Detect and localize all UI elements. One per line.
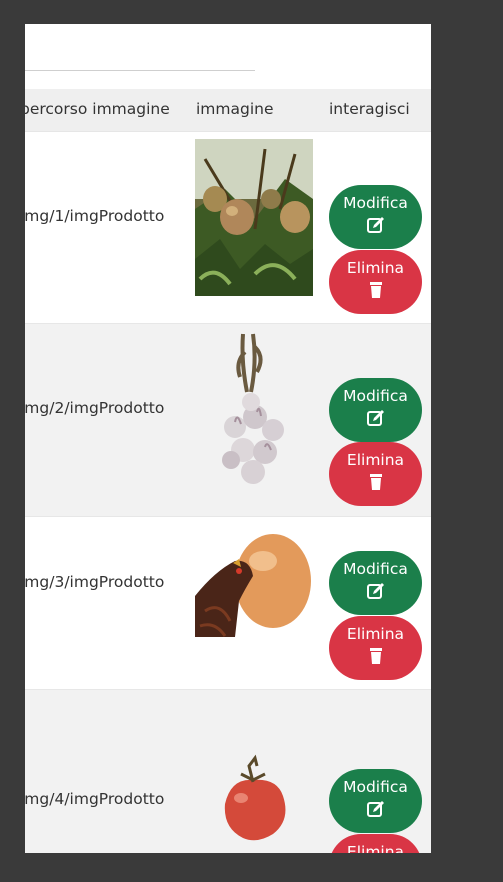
delete-button[interactable]: Elimina [329, 250, 422, 314]
trash-icon [369, 282, 382, 298]
edit-button[interactable]: Modifica [329, 185, 422, 249]
products-table-viewport: percorso immagine immagine interagisci i… [25, 24, 431, 853]
path-cell: img/2/imgProdotto [25, 399, 165, 417]
path-cell: img/1/imgProdotto [25, 207, 165, 225]
table-row: img/1/imgProdotto Modifica Elimina [25, 132, 431, 324]
delete-button-label: Elimina [346, 625, 405, 643]
edit-button-label: Modifica [343, 387, 408, 405]
header-image: immagine [196, 100, 274, 118]
edit-icon [366, 410, 384, 426]
path-cell: img/3/imgProdotto [25, 573, 165, 591]
header-actions: interagisci [329, 100, 410, 118]
delete-button-label: Elimina [346, 259, 405, 277]
edit-button[interactable]: Modifica [329, 378, 422, 442]
product-image-garlic [195, 332, 313, 488]
edit-button-label: Modifica [343, 194, 408, 212]
table-row: img/4/imgProdotto Modifica Elimina [25, 690, 431, 853]
edit-button-label: Modifica [343, 560, 408, 578]
product-image-tomato [195, 754, 313, 844]
edit-icon [366, 217, 384, 233]
edit-icon [366, 801, 384, 817]
delete-button-label: Elimina [346, 451, 405, 469]
delete-button[interactable]: Elimina [329, 442, 422, 506]
delete-button[interactable]: Elimina [329, 834, 422, 853]
product-image-pears [195, 139, 313, 296]
search-input[interactable] [25, 70, 255, 71]
edit-icon [366, 583, 384, 599]
trash-icon [369, 648, 382, 664]
trash-icon [369, 474, 382, 490]
delete-button[interactable]: Elimina [329, 616, 422, 680]
table-row: img/2/imgProdotto Modifica Elimina [25, 324, 431, 517]
table-row: img/3/imgProdotto Modifica Elimina [25, 517, 431, 690]
edit-button-label: Modifica [343, 778, 408, 796]
path-cell: img/4/imgProdotto [25, 790, 165, 808]
product-image-egg-hen [195, 531, 313, 637]
edit-button[interactable]: Modifica [329, 551, 422, 615]
delete-button-label: Elimina [346, 843, 405, 853]
table-header: percorso immagine immagine interagisci [25, 89, 431, 132]
header-path: percorso immagine [25, 100, 170, 118]
edit-button[interactable]: Modifica [329, 769, 422, 833]
